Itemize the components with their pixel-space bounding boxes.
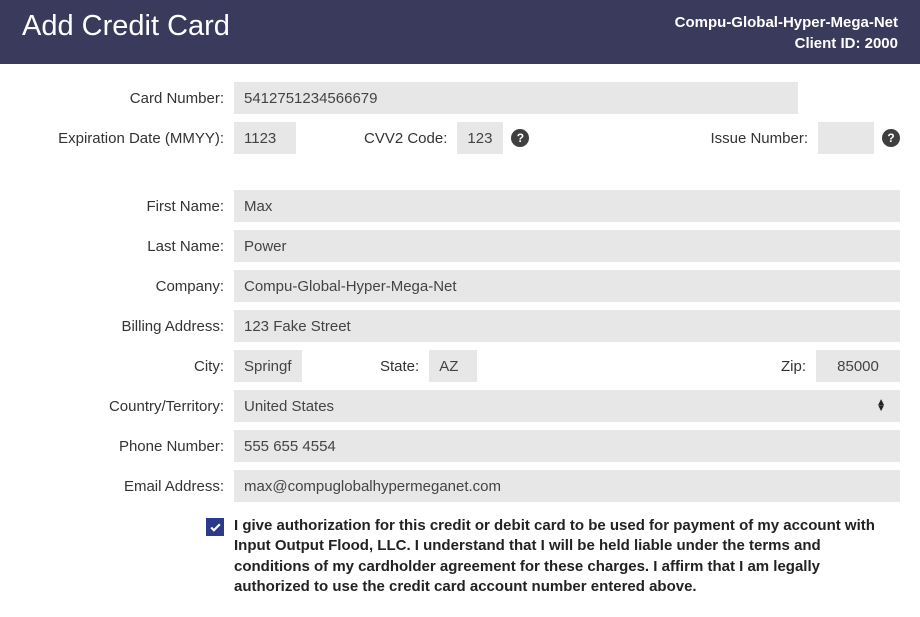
card-number-label: Card Number:: [0, 90, 234, 107]
credit-card-form: Card Number: Expiration Date (MMYY): CVV…: [0, 64, 920, 617]
issue-help-icon[interactable]: ?: [882, 129, 900, 147]
email-input[interactable]: [234, 470, 900, 502]
cvv-help-icon[interactable]: ?: [511, 129, 529, 147]
page-header: Add Credit Card Compu-Global-Hyper-Mega-…: [0, 0, 920, 64]
authorization-checkbox[interactable]: [206, 518, 224, 536]
expiration-input[interactable]: [234, 122, 296, 154]
select-arrows-icon: ▲▼: [876, 400, 890, 412]
state-input[interactable]: [429, 350, 477, 382]
zip-input[interactable]: [816, 350, 900, 382]
expiration-label: Expiration Date (MMYY):: [0, 130, 234, 147]
issue-number-input[interactable]: [818, 122, 874, 154]
city-label: City:: [0, 358, 234, 375]
page-title: Add Credit Card: [22, 10, 230, 43]
cvv-input[interactable]: [457, 122, 503, 154]
last-name-label: Last Name:: [0, 238, 234, 255]
header-company: Compu-Global-Hyper-Mega-Net: [675, 12, 898, 33]
phone-input[interactable]: [234, 430, 900, 462]
authorization-text: I give authorization for this credit or …: [234, 516, 900, 597]
state-label: State:: [362, 358, 429, 375]
card-number-input[interactable]: [234, 82, 798, 114]
zip-label: Zip:: [763, 358, 816, 375]
first-name-label: First Name:: [0, 198, 234, 215]
header-client-info: Compu-Global-Hyper-Mega-Net Client ID: 2…: [675, 10, 898, 54]
email-label: Email Address:: [0, 478, 234, 495]
cvv-label: CVV2 Code:: [346, 130, 457, 147]
country-label: Country/Territory:: [0, 398, 234, 415]
first-name-input[interactable]: [234, 190, 900, 222]
header-client-id: Client ID: 2000: [675, 33, 898, 54]
last-name-input[interactable]: [234, 230, 900, 262]
billing-address-label: Billing Address:: [0, 318, 234, 335]
billing-address-input[interactable]: [234, 310, 900, 342]
country-select[interactable]: United States ▲▼: [234, 390, 900, 422]
issue-number-label: Issue Number:: [692, 130, 818, 147]
check-icon: [209, 521, 222, 534]
company-label: Company:: [0, 278, 234, 295]
company-input[interactable]: [234, 270, 900, 302]
city-input[interactable]: [234, 350, 302, 382]
country-select-value: United States: [244, 398, 334, 415]
phone-label: Phone Number:: [0, 438, 234, 455]
